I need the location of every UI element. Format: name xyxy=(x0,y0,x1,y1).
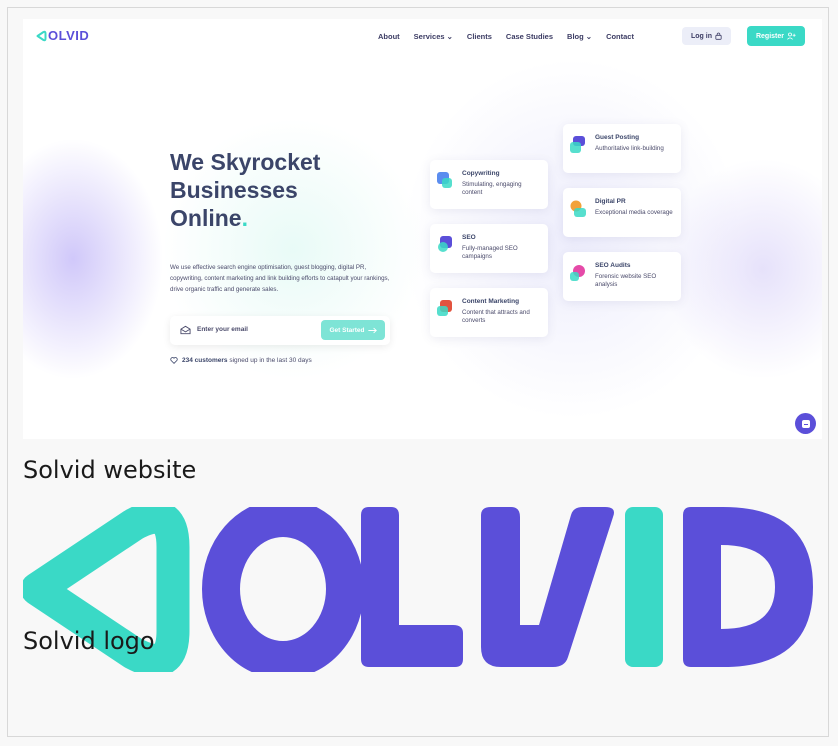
copywriting-icon xyxy=(437,172,452,188)
digital-pr-icon xyxy=(570,200,586,217)
service-card-guest-posting[interactable]: Guest Posting Authoritative link-buildin… xyxy=(563,124,681,173)
service-card-digital-pr[interactable]: Digital PR Exceptional media coverage xyxy=(563,188,681,237)
nav-contact[interactable]: Contact xyxy=(606,32,634,41)
email-input[interactable]: Enter your email xyxy=(197,326,248,333)
signup-stats: 234 customers signed up in the last 30 d… xyxy=(170,357,312,364)
logo-caption: Solvid logo xyxy=(23,627,155,655)
content-marketing-icon xyxy=(437,300,452,316)
hero-description: We use effective search engine optimisat… xyxy=(170,264,390,293)
logo-text: OLVID xyxy=(48,28,90,43)
nav-blog[interactable]: Blog ⌄ xyxy=(567,32,592,41)
nav-clients[interactable]: Clients xyxy=(467,32,492,41)
seo-audits-icon xyxy=(570,265,585,281)
website-caption: Solvid website xyxy=(23,456,197,484)
service-card-copywriting[interactable]: Copywriting Stimulating, engaging conten… xyxy=(430,160,548,209)
arrow-right-icon xyxy=(367,327,377,333)
nav-services[interactable]: Services ⌄ xyxy=(414,32,453,41)
nav-case-studies[interactable]: Case Studies xyxy=(506,32,553,41)
service-card-content-marketing[interactable]: Content Marketing Content that attracts … xyxy=(430,288,548,337)
get-started-button[interactable]: Get Started xyxy=(321,320,385,340)
mail-icon xyxy=(180,325,191,335)
main-nav: About Services ⌄ Clients Case Studies Bl… xyxy=(378,32,634,41)
service-card-seo[interactable]: SEO Fully-managed SEO campaigns xyxy=(430,224,548,273)
nav-about[interactable]: About xyxy=(378,32,400,41)
chat-icon xyxy=(801,419,810,428)
add-user-icon xyxy=(787,32,796,40)
hero-headline: We Skyrocket Businesses Online. xyxy=(170,149,321,231)
service-card-seo-audits[interactable]: SEO Audits Forensic website SEO analysis xyxy=(563,252,681,301)
guest-posting-icon xyxy=(570,136,585,153)
lock-icon xyxy=(715,32,722,40)
website-screenshot: OLVID About Services ⌄ Clients Case Stud… xyxy=(23,19,822,439)
seo-icon xyxy=(438,236,452,252)
email-signup-form: Enter your email Get Started xyxy=(170,316,390,345)
site-logo[interactable]: OLVID xyxy=(35,28,89,43)
register-button[interactable]: Register xyxy=(747,26,805,46)
login-button[interactable]: Log in xyxy=(682,27,731,45)
logo-mark-icon xyxy=(36,30,47,41)
chat-widget-button[interactable] xyxy=(795,413,816,434)
heart-icon xyxy=(170,357,178,364)
